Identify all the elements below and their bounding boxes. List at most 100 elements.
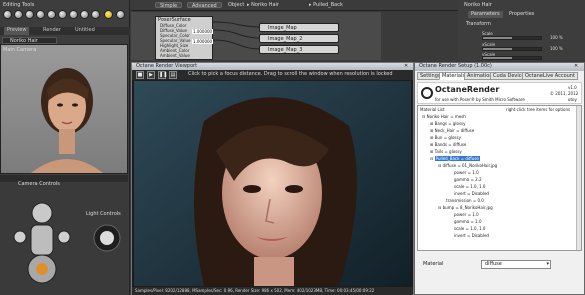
- close-icon[interactable]: ✕: [404, 63, 408, 70]
- tab-properties[interactable]: Properties: [506, 11, 537, 18]
- image-map-label: Image_Map: [268, 25, 297, 31]
- tab-render[interactable]: Render: [40, 27, 64, 35]
- render-viewport-window: Octane Render Viewport ✕ ■ ▶ ❚❚ ▤ Click …: [131, 62, 414, 295]
- object-select[interactable]: ▸ Noriko Hair: [247, 2, 279, 9]
- tab-untitled[interactable]: Untitled: [72, 27, 98, 35]
- tree-item[interactable]: ⊞ Bangs = glossy: [430, 120, 466, 127]
- image-map-label: Image_Map_2: [268, 36, 303, 42]
- translate-tool-icon[interactable]: [25, 10, 34, 19]
- transform-section-label: Transform: [466, 21, 491, 27]
- taper-tool-icon[interactable]: [47, 10, 56, 19]
- tree-item[interactable]: ⊟ bump = 8_NorikoHair.jpg: [438, 204, 493, 211]
- tree-item[interactable]: power = 1.0: [454, 169, 479, 176]
- tree-scrollbar[interactable]: [576, 106, 581, 250]
- close-icon[interactable]: ✕: [574, 63, 578, 70]
- document-tabs: Preview Render Untitled: [0, 27, 130, 35]
- scale-slider[interactable]: [482, 36, 542, 40]
- material-list-hint: right click tree items for options: [506, 107, 571, 112]
- camera-controls-label: Camera Controls: [18, 181, 60, 187]
- camera-trackball-icon[interactable]: [12, 189, 72, 293]
- material-select[interactable]: ▸ Pulled_Back: [309, 2, 343, 9]
- company-label: otoy: [568, 97, 577, 102]
- material-type-label: Material: [423, 261, 444, 267]
- chain-break-tool-icon[interactable]: [58, 10, 67, 19]
- node-connections: [213, 21, 262, 50]
- tab-preview[interactable]: Preview: [4, 27, 30, 35]
- tree-item[interactable]: gamma = 1.0: [454, 218, 482, 225]
- octane-setup-titlebar[interactable]: Octane Render Setup (1.00c) ✕: [415, 63, 584, 71]
- parameters-panel: Noriko Hair Parameters Properties Transf…: [458, 0, 585, 60]
- morph-tool-icon[interactable]: [116, 10, 125, 19]
- slider-value[interactable]: 100 %: [550, 45, 563, 52]
- light-trackball-icon[interactable]: [92, 223, 122, 253]
- specular-value-field[interactable]: 1.000000: [192, 39, 214, 44]
- tree-item[interactable]: scale = 1.0, 1.0: [454, 183, 485, 190]
- slider-value[interactable]: 100 %: [550, 34, 563, 41]
- tree-item[interactable]: transmission = 0.0: [446, 197, 484, 204]
- image-map-node[interactable]: Image_Map: [259, 23, 339, 32]
- grouping-tool-icon[interactable]: [80, 10, 89, 19]
- octane-setup-window: Octane Render Setup (1.00c) ✕ Settings M…: [414, 62, 585, 295]
- scale-tool-icon[interactable]: [36, 10, 45, 19]
- render-toolbar: ■ ▶ ❚❚ ▤ Click to pick a focus distance.…: [132, 70, 413, 80]
- tree-item[interactable]: ⊞ Tails = glossy: [430, 148, 462, 155]
- chevron-down-icon: ▾: [546, 261, 549, 267]
- tree-item[interactable]: ⊟ Noriko Hair = mesh: [422, 113, 466, 120]
- render-viewport-titlebar[interactable]: Octane Render Viewport ✕: [132, 63, 413, 70]
- tree-item[interactable]: scale = 1.0, 1.0: [454, 225, 485, 232]
- preview-figure-head: [31, 68, 103, 173]
- stop-icon[interactable]: ■: [136, 71, 144, 79]
- shader-row: Ambient_Value: [160, 53, 190, 58]
- direct-manipulation-tool-icon[interactable]: [104, 10, 113, 19]
- tree-item[interactable]: ⊞ Bun = glossy: [430, 134, 461, 141]
- rendered-image[interactable]: [134, 81, 411, 286]
- tree-item[interactable]: invert = Disabled: [454, 190, 489, 197]
- simple-button[interactable]: Simple: [155, 2, 183, 9]
- parameters-title: Noriko Hair: [464, 2, 492, 8]
- tree-item[interactable]: gamma = 2.2: [454, 176, 482, 183]
- rendered-portrait: [134, 81, 411, 286]
- image-map-label: Image_Map_3: [268, 47, 303, 53]
- octane-brand: OctaneRender: [435, 85, 500, 94]
- pause-icon[interactable]: ❚❚: [158, 71, 167, 79]
- octane-logo-icon: [421, 87, 433, 99]
- octane-setup-title: Octane Render Setup (1.00c): [419, 63, 492, 69]
- left-panel: Editing Tools Preview Render Untitled No…: [0, 0, 130, 295]
- figure-select[interactable]: Noriko Hair: [2, 37, 57, 44]
- view-magnifier-tool-icon[interactable]: [91, 10, 100, 19]
- render-status-text: Samples/Pixel: 8202/12888, MSamples/Sec:…: [135, 288, 375, 293]
- tree-item[interactable]: invert = Disabled: [454, 232, 489, 239]
- octane-brand-sub: for use with Poser® by Smith Micro Softw…: [435, 97, 525, 102]
- image-map-node[interactable]: Image_Map_3: [259, 45, 339, 54]
- render-status-bar: Samples/Pixel: 8202/12888, MSamples/Sec:…: [132, 287, 413, 295]
- render-viewport-title: Octane Render Viewport: [136, 63, 198, 69]
- twist-tool-icon[interactable]: [14, 10, 23, 19]
- tree-item[interactable]: ⊞ Neck_Hair = diffuse: [430, 127, 474, 134]
- play-icon[interactable]: ▶: [147, 71, 155, 79]
- tree-item-selected[interactable]: ⊟ Pulled_Back = diffuse: [430, 155, 480, 162]
- tree-item[interactable]: ⊟ diffuse = 01_NorikoHair.jpg: [438, 162, 497, 169]
- material-tree[interactable]: Material List right click tree items for…: [417, 105, 582, 251]
- object-select-value: Noriko Hair: [251, 2, 279, 8]
- advanced-button[interactable]: Advanced: [187, 2, 222, 9]
- material-type-select[interactable]: diffuse ▾: [481, 260, 551, 269]
- tab-octanelive-account[interactable]: OctaneLive Account: [522, 72, 578, 80]
- tab-parameters[interactable]: Parameters: [468, 11, 503, 18]
- color-tool-icon[interactable]: [69, 10, 78, 19]
- rotate-tool-icon[interactable]: [3, 10, 12, 19]
- light-controls-label: Light Controls: [86, 211, 121, 217]
- main-camera-label: Main Camera: [3, 47, 37, 53]
- tree-item[interactable]: power = 1.0: [454, 211, 479, 218]
- shader-graph-area[interactable]: PoserSurface Diffuse_Color Diffuse_Value…: [131, 12, 381, 60]
- material-list-header: Material List: [420, 107, 445, 112]
- material-select-value: Pulled_Back: [313, 2, 343, 8]
- tree-item[interactable]: ⊞ Bands = diffuse: [430, 141, 466, 148]
- editing-tools-title: Editing Tools: [3, 2, 35, 8]
- image-map-node[interactable]: Image_Map_2: [259, 34, 339, 43]
- camera-viewport[interactable]: [0, 44, 128, 174]
- diffuse-value-field[interactable]: 1.000000: [192, 29, 214, 34]
- save-image-icon[interactable]: ▤: [169, 71, 177, 79]
- yscale-slider[interactable]: [482, 56, 542, 60]
- material-type-row: Material diffuse ▾: [417, 255, 582, 275]
- poser-surface-node[interactable]: PoserSurface Diffuse_Color Diffuse_Value…: [155, 16, 214, 60]
